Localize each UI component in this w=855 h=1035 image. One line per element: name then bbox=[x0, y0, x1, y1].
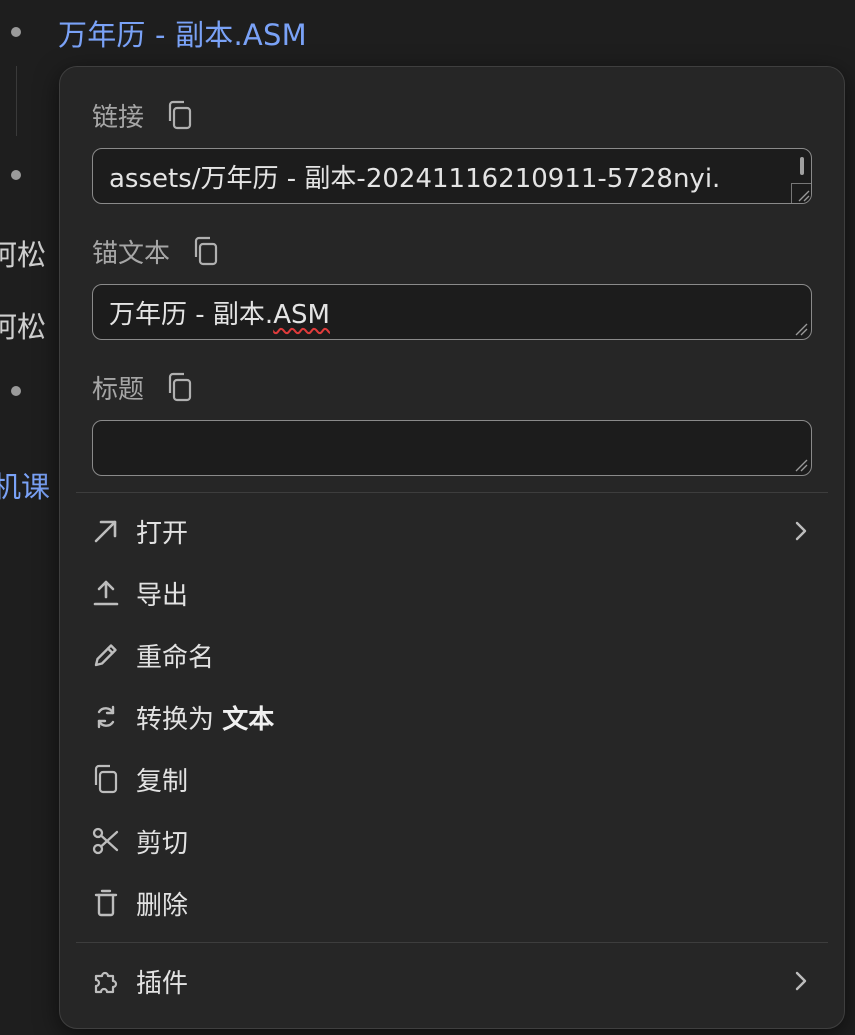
copy-icon[interactable] bbox=[166, 99, 194, 131]
menu-item-label: 导出 bbox=[136, 580, 189, 611]
pencil-icon bbox=[90, 639, 122, 671]
menu-item-rename[interactable]: 重命名 bbox=[76, 627, 828, 683]
title-label: 标题 bbox=[92, 374, 145, 405]
menu-item-plugins[interactable]: 插件 bbox=[76, 953, 828, 1009]
resize-handle[interactable] bbox=[794, 458, 808, 472]
link-field-value: assets/万年历 - 副本-20241116210911-5728nyi. bbox=[109, 163, 721, 194]
background-link-text[interactable]: 机课 bbox=[0, 464, 50, 506]
menu-item-label: 重命名 bbox=[136, 642, 215, 673]
upload-icon bbox=[90, 577, 122, 609]
background-text: 呵松 bbox=[0, 310, 47, 344]
anchor-label-row: 锚文本 bbox=[92, 231, 220, 271]
anchor-label: 锚文本 bbox=[92, 238, 171, 269]
list-bullet bbox=[11, 170, 21, 180]
menu-item-label: 插件 bbox=[136, 968, 189, 999]
menu-item-export[interactable]: 导出 bbox=[76, 565, 828, 621]
chevron-right-icon bbox=[790, 970, 812, 992]
resize-handle[interactable] bbox=[794, 322, 808, 336]
link-label: 链接 bbox=[92, 102, 145, 133]
list-bullet bbox=[11, 386, 21, 396]
arrow-up-right-icon bbox=[90, 515, 122, 547]
menu-separator bbox=[76, 942, 828, 943]
menu-item-label: 复制 bbox=[136, 766, 189, 797]
menu-item-delete[interactable]: 删除 bbox=[76, 875, 828, 931]
indent-guide bbox=[16, 66, 17, 136]
menu-item-label: 剪切 bbox=[136, 828, 189, 859]
menu-item-copy[interactable]: 复制 bbox=[76, 751, 828, 807]
menu-item-label: 删除 bbox=[136, 890, 189, 921]
menu-item-label: 转换为 文本 bbox=[136, 704, 275, 735]
menu-item-cut[interactable]: 剪切 bbox=[76, 813, 828, 869]
link-label-row: 链接 bbox=[92, 95, 194, 135]
scrollbar-thumb[interactable] bbox=[800, 157, 804, 175]
copy-icon bbox=[90, 763, 122, 795]
menu-item-convert-to-text[interactable]: 转换为 文本 bbox=[76, 689, 828, 745]
scissors-icon bbox=[90, 825, 122, 857]
asset-link[interactable]: 万年历 - 副本.ASM bbox=[58, 12, 307, 54]
asset-context-menu: 链接 assets/万年历 - 副本-20241116210911-5728ny… bbox=[59, 66, 845, 1029]
trash-icon bbox=[90, 887, 122, 919]
menu-separator bbox=[76, 492, 828, 493]
copy-icon[interactable] bbox=[166, 371, 194, 403]
anchor-text-value: 万年历 - 副本.ASM bbox=[109, 299, 330, 330]
list-bullet bbox=[11, 27, 21, 37]
copy-icon[interactable] bbox=[192, 235, 220, 267]
background-text: 呵松 bbox=[0, 238, 47, 272]
refresh-icon bbox=[90, 701, 122, 733]
puzzle-icon bbox=[90, 965, 122, 997]
chevron-right-icon bbox=[790, 520, 812, 542]
resize-handle[interactable] bbox=[791, 183, 811, 203]
anchor-text-field[interactable]: 万年历 - 副本.ASM bbox=[92, 284, 812, 340]
link-field[interactable]: assets/万年历 - 副本-20241116210911-5728nyi. bbox=[92, 148, 812, 204]
title-field[interactable] bbox=[92, 420, 812, 476]
title-label-row: 标题 bbox=[92, 367, 194, 407]
menu-item-open[interactable]: 打开 bbox=[76, 503, 828, 559]
menu-item-label: 打开 bbox=[136, 518, 189, 549]
